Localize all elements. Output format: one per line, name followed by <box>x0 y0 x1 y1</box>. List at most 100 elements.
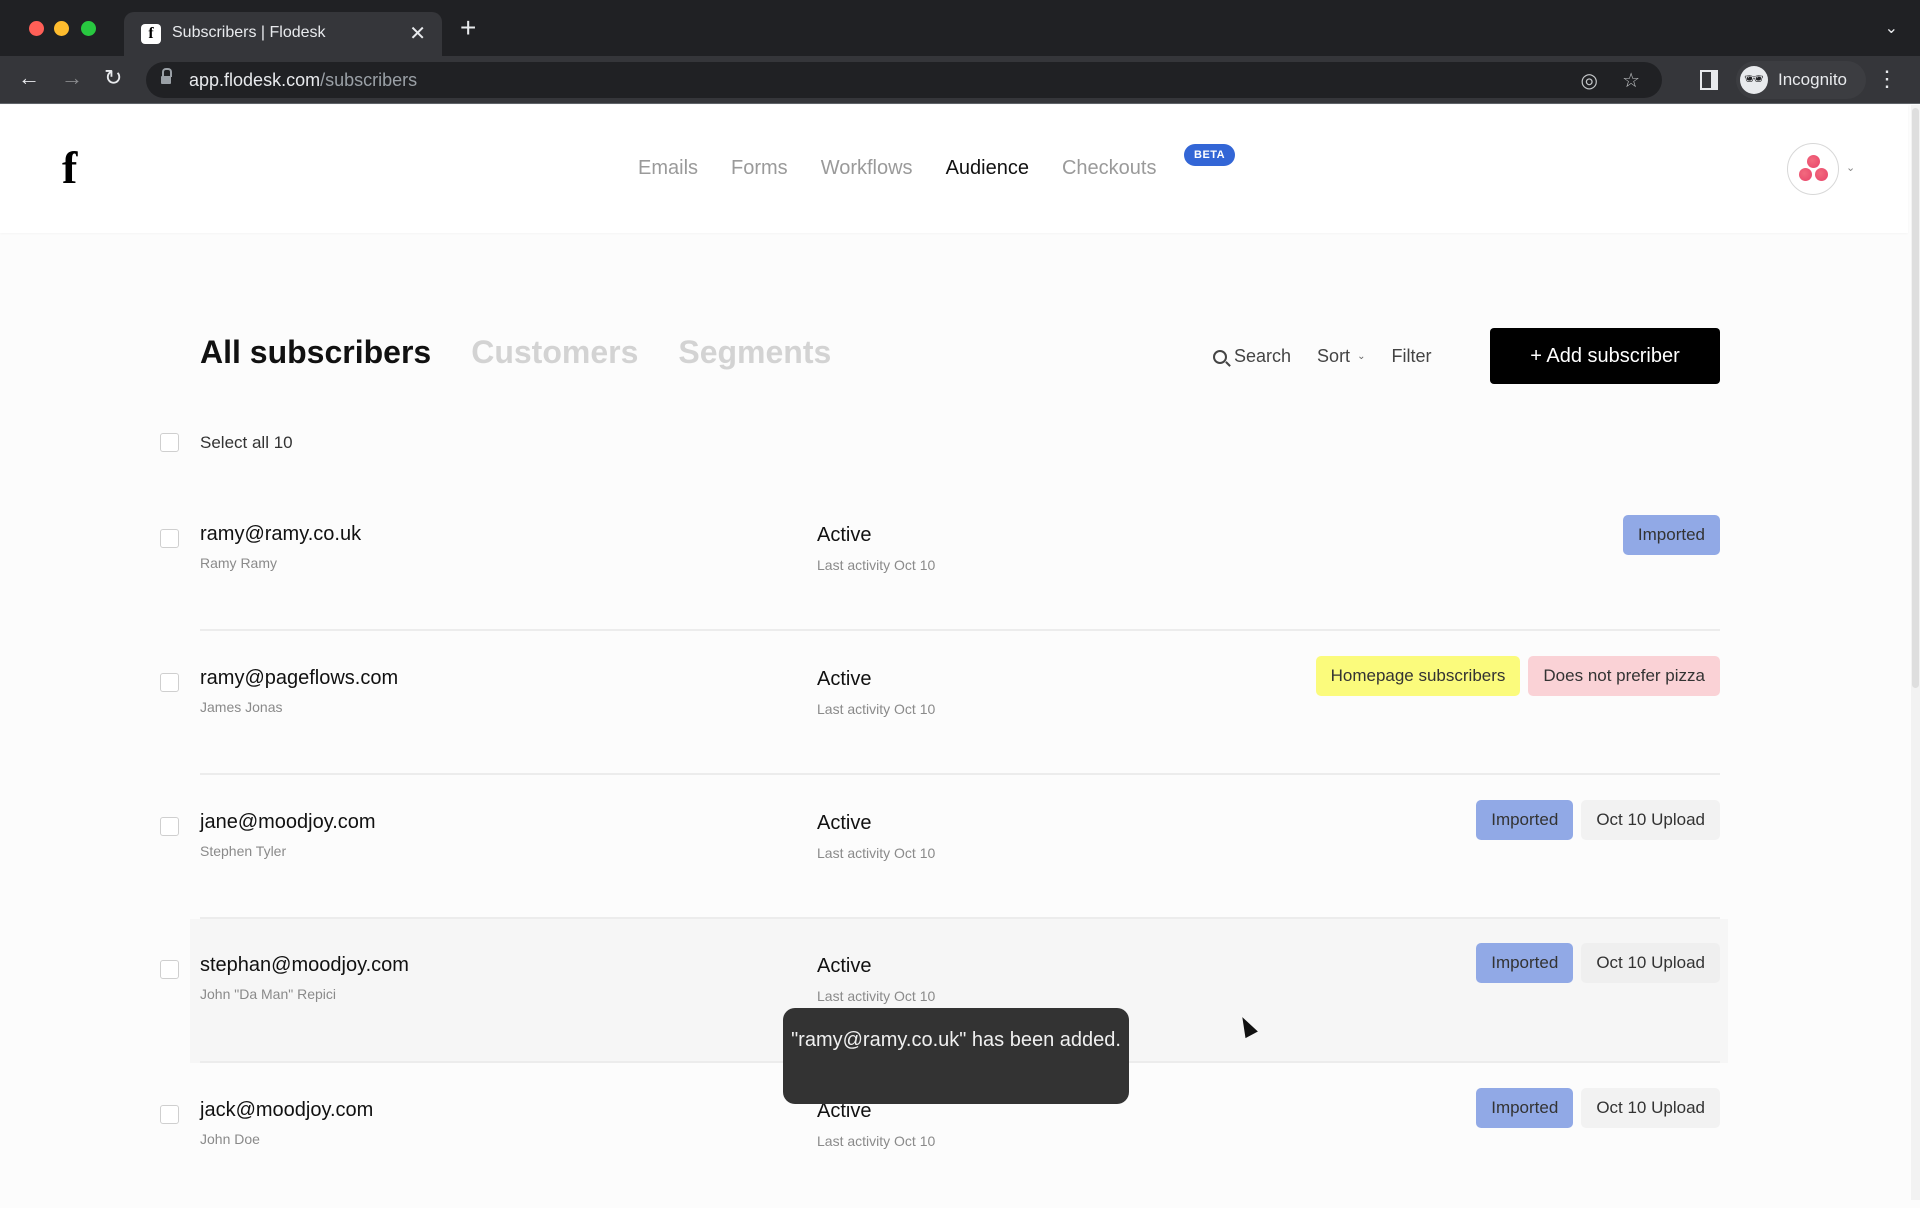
avatar-dot <box>1815 168 1828 181</box>
tag-oct-10-upload[interactable]: Oct 10 Upload <box>1581 1088 1720 1128</box>
tag-list: Imported Oct 10 Upload <box>1476 943 1720 983</box>
window-minimize-button[interactable] <box>54 21 69 36</box>
tag-does-not-prefer-pizza[interactable]: Does not prefer pizza <box>1528 656 1720 696</box>
subscriber-row[interactable]: ramy@pageflows.com James Jonas Active La… <box>160 632 1728 776</box>
browser-tab[interactable]: f Subscribers | Flodesk ✕ <box>124 12 442 56</box>
tag-homepage-subscribers[interactable]: Homepage subscribers <box>1315 656 1521 696</box>
tab-segments[interactable]: Segments <box>678 334 831 371</box>
row-divider <box>200 629 1720 631</box>
flodesk-favicon-icon: f <box>141 24 161 44</box>
last-activity: Last activity Oct 10 <box>817 1133 936 1149</box>
search-label: Search <box>1234 346 1292 366</box>
app-header: f Emails Forms Workflows Audience Checko… <box>0 105 1908 233</box>
row-checkbox[interactable] <box>160 529 179 548</box>
forward-arrow-icon[interactable]: → <box>61 65 83 91</box>
avatar-dot <box>1799 168 1812 181</box>
row-checkbox[interactable] <box>160 960 179 979</box>
tag-list: Imported Oct 10 Upload <box>1476 800 1720 840</box>
flodesk-logo[interactable]: f <box>62 145 77 191</box>
row-divider <box>200 773 1720 775</box>
search-icon <box>1213 349 1227 364</box>
window-close-button[interactable] <box>29 21 44 36</box>
toast-notification: "ramy@ramy.co.uk" has been added. <box>783 1008 1129 1104</box>
incognito-profile-button[interactable]: 🕶 Incognito <box>1736 61 1866 99</box>
tag-oct-10-upload[interactable]: Oct 10 Upload <box>1581 943 1720 983</box>
last-activity: Last activity Oct 10 <box>817 988 936 1004</box>
browser-toolbar: ← → ↻ app.flodesk.com/subscribers ◎ ☆ 🕶 … <box>0 56 1920 104</box>
row-checkbox[interactable] <box>160 817 179 836</box>
subscriber-name: Ramy Ramy <box>200 555 278 571</box>
search-button[interactable]: Search <box>1213 346 1291 367</box>
new-tab-icon[interactable]: + <box>460 14 476 42</box>
nav-audience[interactable]: Audience <box>946 157 1029 180</box>
tag-list: Imported Oct 10 Upload <box>1476 1088 1720 1128</box>
last-activity: Last activity Oct 10 <box>817 845 936 861</box>
avatar-dot <box>1807 155 1820 168</box>
url-domain: app.flodesk.com <box>189 70 321 90</box>
subscriber-row[interactable]: jane@moodjoy.com Stephen Tyler Active La… <box>160 776 1728 920</box>
tag-imported[interactable]: Imported <box>1476 943 1574 983</box>
incognito-icon: 🕶 <box>1740 66 1768 94</box>
close-tab-icon[interactable]: ✕ <box>409 21 426 46</box>
tab-customers[interactable]: Customers <box>471 334 638 371</box>
tag-oct-10-upload[interactable]: Oct 10 Upload <box>1581 800 1720 840</box>
back-arrow-icon[interactable]: ← <box>18 65 40 91</box>
beta-badge: BETA <box>1184 144 1236 166</box>
subscriber-name: James Jonas <box>200 699 283 715</box>
lock-icon[interactable] <box>161 68 172 85</box>
sort-button[interactable]: Sort ⌄ <box>1317 346 1365 367</box>
subscriber-status: Active <box>817 668 872 690</box>
nav-emails[interactable]: Emails <box>638 157 698 180</box>
sort-label: Sort <box>1317 346 1351 366</box>
nav-workflows[interactable]: Workflows <box>821 157 913 180</box>
audience-tabs: All subscribers Customers Segments <box>200 334 831 371</box>
account-avatar[interactable] <box>1787 143 1839 195</box>
tab-search-chevron-icon[interactable]: ⌄ <box>1885 18 1898 38</box>
row-checkbox[interactable] <box>160 673 179 692</box>
subscriber-email[interactable]: ramy@ramy.co.uk <box>200 523 361 546</box>
subscriber-email[interactable]: jane@moodjoy.com <box>200 811 376 834</box>
subscriber-status: Active <box>817 955 872 977</box>
bookmark-star-icon[interactable]: ☆ <box>1622 68 1640 93</box>
chevron-down-icon: ⌄ <box>1357 351 1366 362</box>
list-actions: Search Sort ⌄ Filter <box>1213 346 1431 367</box>
nav-forms[interactable]: Forms <box>731 157 788 180</box>
more-menu-icon[interactable]: ⋮ <box>1876 66 1898 92</box>
tab-all-subscribers[interactable]: All subscribers <box>200 334 431 371</box>
reload-icon[interactable]: ↻ <box>104 65 122 91</box>
nav-checkouts[interactable]: Checkouts <box>1062 157 1157 180</box>
subscriber-status: Active <box>817 812 872 834</box>
subscriber-name: Stephen Tyler <box>200 843 287 859</box>
subscriber-status: Active <box>817 524 872 546</box>
tab-title: Subscribers | Flodesk <box>172 24 326 41</box>
side-panel-icon[interactable] <box>1700 70 1718 90</box>
last-activity: Last activity Oct 10 <box>817 701 936 717</box>
account-chevron-down-icon[interactable]: ⌄ <box>1846 161 1855 174</box>
url-path: /subscribers <box>320 70 418 90</box>
tag-list: Imported <box>1622 515 1720 555</box>
subscriber-email[interactable]: stephan@moodjoy.com <box>200 954 409 977</box>
subscriber-name: John Doe <box>200 1131 260 1147</box>
window-zoom-button[interactable] <box>81 21 96 36</box>
address-bar[interactable]: app.flodesk.com/subscribers ◎ ☆ <box>146 62 1662 98</box>
eye-off-icon[interactable]: ◎ <box>1581 68 1598 93</box>
tag-imported[interactable]: Imported <box>1622 515 1720 555</box>
scrollbar-thumb[interactable] <box>1912 108 1919 688</box>
add-subscriber-button[interactable]: + Add subscriber <box>1490 328 1720 384</box>
profile-label: Incognito <box>1778 70 1847 89</box>
subscriber-row[interactable]: ramy@ramy.co.uk Ramy Ramy Active Last ac… <box>160 488 1728 632</box>
tag-list: Homepage subscribers Does not prefer piz… <box>1315 656 1720 696</box>
select-all-checkbox[interactable] <box>160 433 179 452</box>
select-all-label: Select all 10 <box>200 433 293 452</box>
row-checkbox[interactable] <box>160 1105 179 1124</box>
filter-button[interactable]: Filter <box>1391 346 1431 367</box>
tag-imported[interactable]: Imported <box>1476 800 1574 840</box>
browser-tab-bar: f Subscribers | Flodesk ✕ + ⌄ <box>0 0 1920 56</box>
subscriber-email[interactable]: jack@moodjoy.com <box>200 1099 373 1122</box>
main-nav: Emails Forms Workflows Audience Checkout… <box>638 157 1156 180</box>
tag-imported[interactable]: Imported <box>1476 1088 1574 1128</box>
subscriber-name: John "Da Man" Repici <box>200 986 337 1002</box>
last-activity: Last activity Oct 10 <box>817 557 936 573</box>
subscriber-email[interactable]: ramy@pageflows.com <box>200 667 398 690</box>
url-text[interactable]: app.flodesk.com/subscribers <box>189 70 417 91</box>
